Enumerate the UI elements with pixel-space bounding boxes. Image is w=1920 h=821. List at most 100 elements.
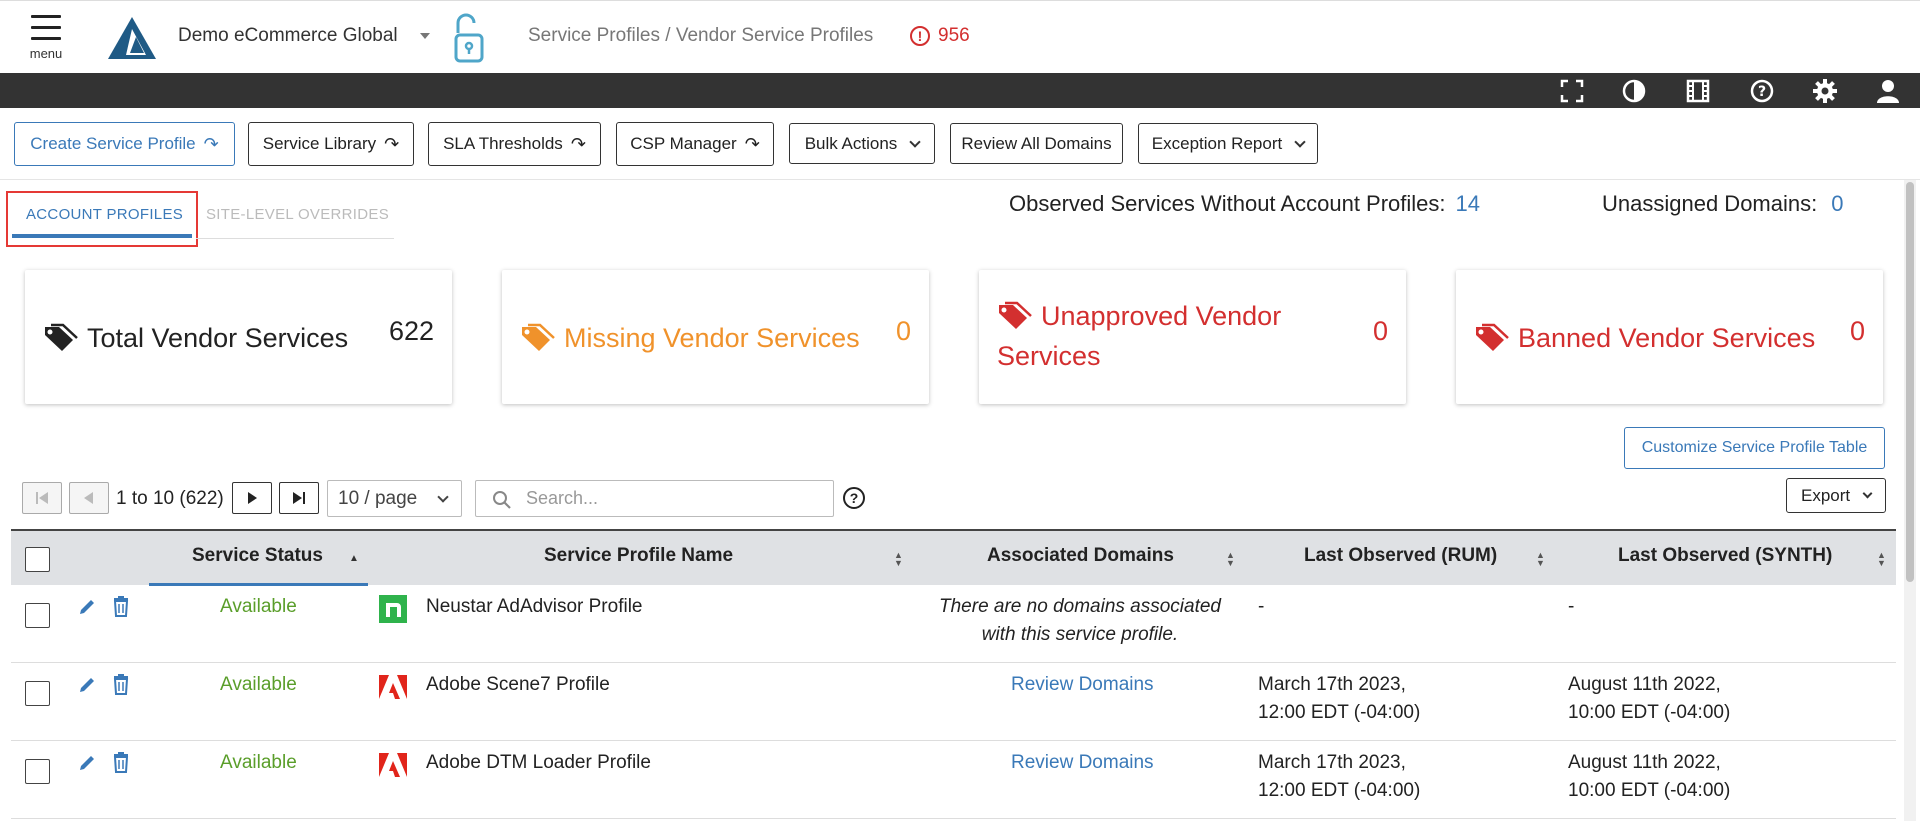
film-icon[interactable] [1685,78,1711,104]
pencil-icon[interactable] [77,753,97,773]
next-page-button[interactable] [232,482,272,514]
active-tab-underline [12,234,192,238]
total-vendor-services-card[interactable]: Total Vendor Services 622 [25,270,452,404]
export-dropdown[interactable]: Export [1786,478,1886,513]
column-header-last-observed-rum[interactable]: Last Observed (RUM) [1304,545,1497,567]
last-observed-synth: August 11th 2022, 10:00 EDT (-04:00) [1568,671,1730,727]
review-all-domains-label: Review All Domains [961,133,1112,153]
top-header: menu Demo eCommerce Global Service Profi… [0,0,1920,73]
review-domains-link[interactable]: Review Domains [1011,671,1154,699]
trash-icon[interactable] [112,595,130,617]
adobe-logo-icon [379,675,407,699]
banned-vendor-services-card[interactable]: Banned Vendor Services 0 [1456,270,1883,404]
company-logo-icon[interactable] [106,15,158,66]
unapproved-vendor-services-label: Unapproved Vendor [1041,301,1282,331]
tab-account-profiles[interactable]: ACCOUNT PROFILES [26,206,183,223]
gear-icon[interactable] [1812,78,1838,104]
search-input[interactable]: Search... [475,480,834,517]
service-profile-name[interactable]: Adobe DTM Loader Profile [426,749,651,777]
total-vendor-services-value: 622 [388,316,434,346]
help-icon[interactable]: ? [1749,78,1775,104]
table-row: Available Neustar AdAdvisor Profile Ther… [11,585,1896,663]
trash-icon[interactable] [112,751,130,773]
csp-manager-button[interactable]: CSP Manager ↷ [616,122,774,166]
synth-date: August 11th 2022, [1568,752,1721,773]
service-profile-name[interactable]: Adobe Scene7 Profile [426,671,610,699]
service-library-label: Service Library [262,134,377,153]
sort-icon[interactable]: ▲ ▼ [1226,551,1235,568]
service-status: Available [220,674,297,695]
org-name[interactable]: Demo eCommerce Global [178,25,398,47]
sort-ascending-icon[interactable]: ▲ [349,553,359,564]
synth-time: 10:00 EDT (-04:00) [1568,702,1731,723]
share-arrow-icon: ↷ [744,133,760,154]
row-checkbox[interactable] [25,603,50,628]
service-library-button[interactable]: Service Library ↷ [248,122,414,166]
column-header-service-profile-name[interactable]: Service Profile Name [544,545,733,567]
sla-thresholds-label: SLA Thresholds [443,134,563,153]
first-page-icon [36,492,48,504]
share-arrow-icon: ↷ [203,133,219,154]
column-header-last-observed-synth[interactable]: Last Observed (SYNTH) [1618,545,1832,567]
user-icon[interactable] [1875,78,1901,104]
customize-table-button[interactable]: Customize Service Profile Table [1624,427,1885,469]
bulk-actions-dropdown[interactable]: Bulk Actions [789,123,935,164]
fullscreen-icon[interactable] [1559,78,1585,104]
table-row: Available Adobe Scene7 Profile Review Do… [11,663,1896,741]
unapproved-vendor-services-card[interactable]: Unapproved Vendor Services 0 [979,270,1406,404]
previous-page-button[interactable] [69,482,109,514]
column-header-service-status[interactable]: Service Status [192,545,323,567]
contrast-icon[interactable] [1621,78,1647,104]
last-observed-synth: August 11th 2022, 10:00 EDT (-04:00) [1568,749,1730,805]
menu-label: menu [29,46,63,61]
unassigned-domains-value[interactable]: 0 [1831,191,1843,216]
chevron-down-icon [437,491,449,503]
service-status: Available [220,752,297,773]
exception-report-label: Exception Report [1151,133,1283,153]
menu-button[interactable]: menu [26,15,66,61]
per-page-value: 10 / page [338,487,418,509]
create-service-profile-button[interactable]: Create Service Profile ↷ [14,122,235,166]
service-profile-name[interactable]: Neustar AdAdvisor Profile [426,593,643,621]
exception-report-dropdown[interactable]: Exception Report [1138,123,1318,164]
next-page-icon [248,492,257,504]
select-all-checkbox[interactable] [25,547,50,572]
tab-site-level-overrides[interactable]: SITE-LEVEL OVERRIDES [206,206,389,223]
associated-domains-empty: There are no domains associated with thi… [930,593,1230,649]
breadcrumb: Service Profiles / Vendor Service Profil… [528,25,874,46]
sort-icon[interactable]: ▲ ▼ [1877,551,1886,568]
sort-icon[interactable]: ▲ ▼ [894,551,903,568]
observed-services-value[interactable]: 14 [1456,191,1480,216]
create-service-profile-label: Create Service Profile [30,134,196,153]
chevron-down-icon [1294,135,1306,148]
pencil-icon[interactable] [77,597,97,617]
unlock-icon[interactable] [452,13,488,70]
pencil-icon[interactable] [77,675,97,695]
column-header-associated-domains[interactable]: Associated Domains [987,545,1174,567]
unapproved-vendor-services-label-line2: Services [997,341,1101,371]
last-observed-rum: March 17th 2023, 12:00 EDT (-04:00) [1258,671,1420,727]
row-checkbox[interactable] [25,759,50,784]
share-arrow-icon: ↷ [570,133,586,154]
row-checkbox[interactable] [25,681,50,706]
sla-thresholds-button[interactable]: SLA Thresholds ↷ [428,122,601,166]
scrollbar-thumb[interactable] [1906,182,1914,582]
sort-icon[interactable]: ▲ ▼ [1536,551,1545,568]
alert-indicator[interactable]: ! 956 [910,25,970,47]
review-domains-link[interactable]: Review Domains [1011,749,1154,777]
search-help-icon[interactable]: ? [843,487,865,509]
svg-text:?: ? [1758,84,1766,100]
observed-services-label: Observed Services Without Account Profil… [1009,191,1446,216]
action-toolbar: Create Service Profile ↷ Service Library… [0,108,1920,180]
neustar-logo-icon [379,595,407,623]
first-page-button[interactable] [22,482,62,514]
missing-vendor-services-card[interactable]: Missing Vendor Services 0 [502,270,929,404]
scrollbar-track[interactable] [1904,180,1916,821]
per-page-select[interactable]: 10 / page [327,480,462,517]
review-all-domains-button[interactable]: Review All Domains [950,123,1123,164]
last-page-button[interactable] [279,482,319,514]
tags-icon [1476,323,1509,351]
trash-icon[interactable] [112,673,130,695]
table-header: Service Status ▲ Service Profile Name ▲ ▼… [11,529,1896,586]
org-dropdown-caret-icon[interactable] [420,33,430,39]
